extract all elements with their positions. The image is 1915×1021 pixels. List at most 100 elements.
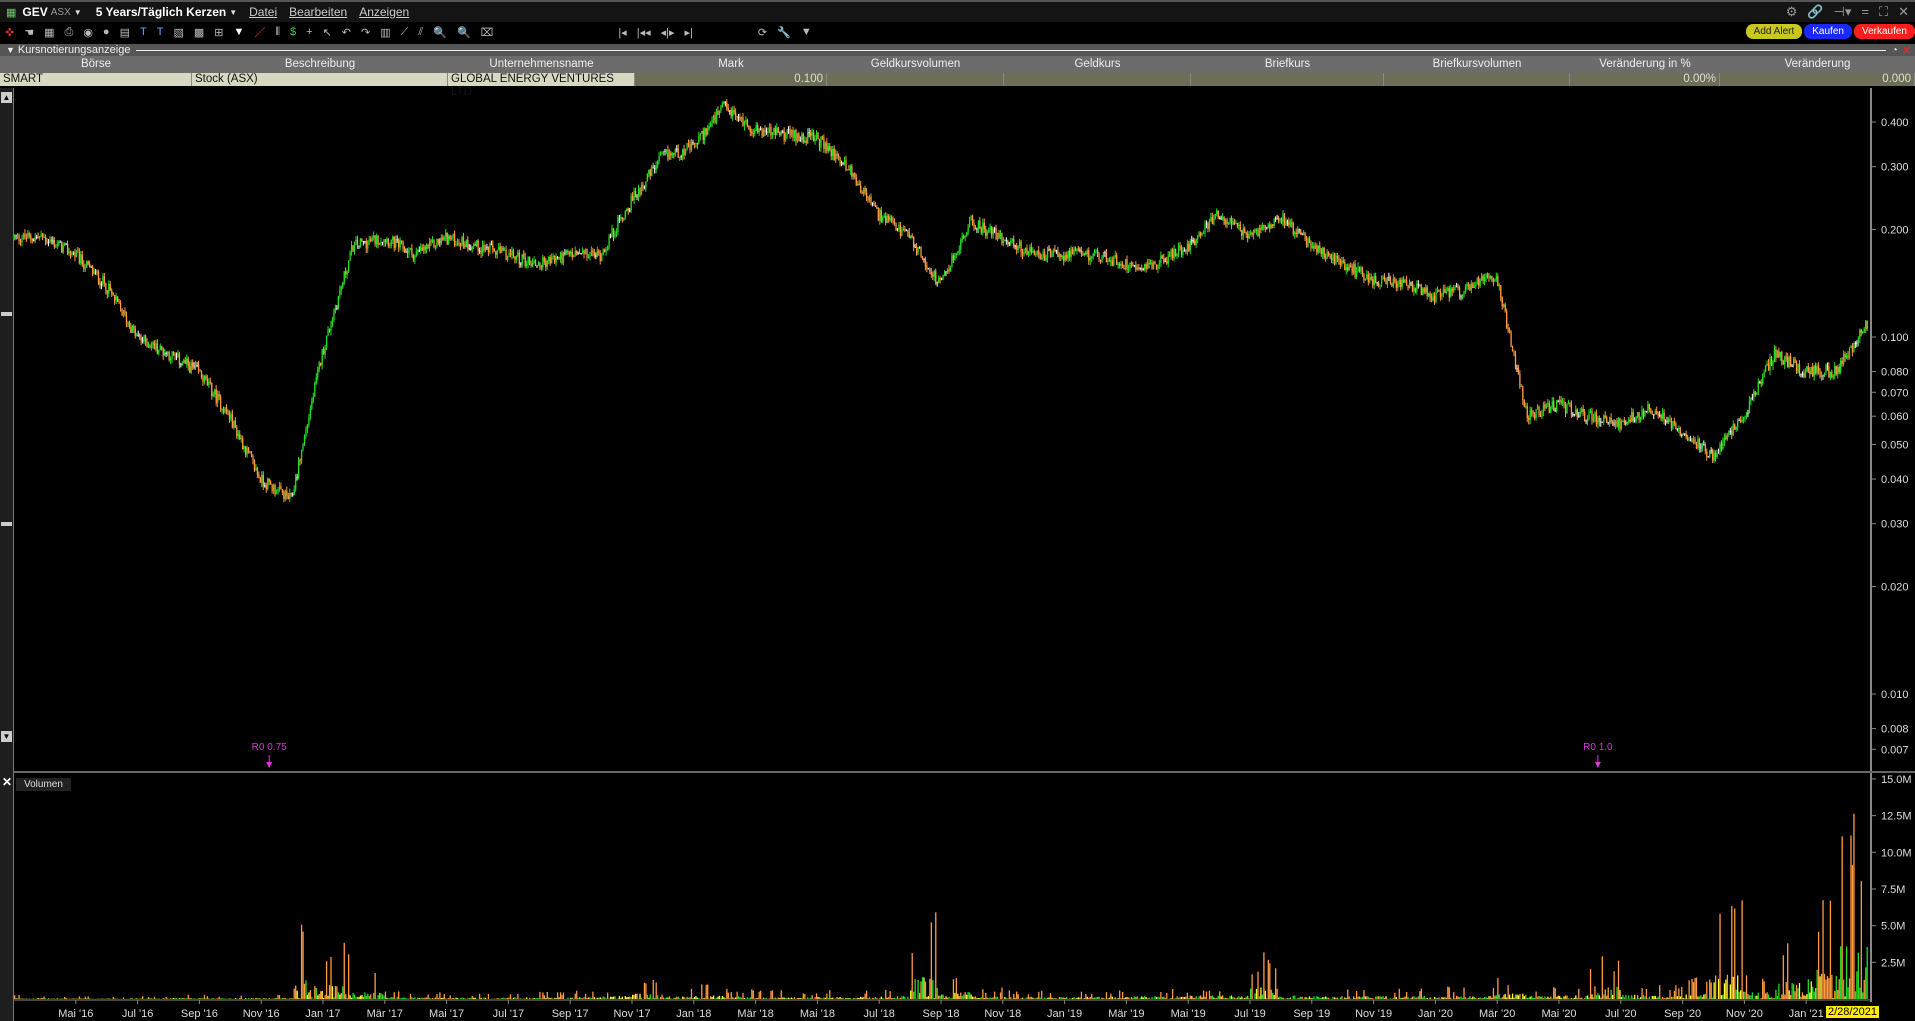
scroll-right-icon[interactable]: ▸| [685,26,693,39]
grid-icon[interactable]: ▦ [44,26,54,39]
scroll-handle-bottom[interactable] [1,522,12,526]
filter-icon[interactable]: ▼ [233,26,244,38]
circle-icon[interactable]: ● [103,26,110,38]
text-icon[interactable]: T [140,26,147,38]
redo-icon[interactable]: ↷ [361,26,370,39]
indicator-icon[interactable]: ▥ [380,26,390,39]
menu-anzeigen[interactable]: Anzeigen [359,5,409,19]
period-dropdown-icon[interactable]: ▼ [229,8,237,17]
template-icon[interactable]: ▤ [120,26,130,39]
quad-layout-icon[interactable]: ⊞ [214,26,223,39]
draw-line-icon[interactable]: ／ [254,24,265,40]
volume-bar [1794,991,1796,999]
scroll-up-icon[interactable]: ▲ [1,92,12,103]
scroll-compress-icon[interactable]: |◂◂ [637,26,651,39]
refresh-icon[interactable]: ⟳ [758,26,767,39]
candle [1675,423,1677,430]
candle [1525,406,1527,408]
more-dropdown-icon[interactable]: ▼ [801,26,812,38]
crosshair-icon[interactable]: ✜ [5,26,14,39]
candle [1063,256,1065,261]
add-alert-button[interactable]: Add Alert [1745,24,1803,39]
sell-button[interactable]: Verkaufen [1853,24,1915,39]
zoom-in-icon[interactable]: 🔍 [433,26,447,39]
candle [1523,400,1525,408]
volume-bar [65,998,67,999]
vertical-scrollbar[interactable]: ▲ ▼ ✕ [0,88,14,1021]
candle [175,356,178,358]
image-icon[interactable]: ▧ [173,26,183,39]
candle [1529,410,1531,420]
collapse-icon[interactable]: ▼ [6,45,15,55]
print-icon[interactable]: ⎙ [65,26,74,39]
text2-icon[interactable]: T [157,26,164,38]
scroll-expand-icon[interactable]: ◂|▸ [661,26,675,39]
link-icon[interactable]: 🔗 [1807,4,1823,20]
candle [1526,406,1528,419]
volume-bar [349,995,351,999]
undo-icon[interactable]: ↶ [342,26,351,39]
pin-icon[interactable]: ⊣▾ [1834,4,1852,20]
column-header[interactable]: Geldkursvolumen [827,56,1004,73]
volume-bar [577,998,579,999]
symbol-dropdown-icon[interactable]: ▼ [74,8,82,17]
volume-bar [540,998,543,999]
detach-icon[interactable]: ◔ [1892,45,1898,56]
fit-icon[interactable]: ⌧ [481,26,494,39]
candle [137,334,139,336]
column-header[interactable]: Veränderung in % [1570,56,1720,73]
volume-close-icon[interactable]: ✕ [2,775,12,789]
pointer-icon[interactable]: ↖ [323,26,332,39]
price-volume-chart[interactable]: 0.4000.3000.2000.1000.0800.0700.0600.050… [0,0,1915,1021]
bars-icon[interactable]: ⫴ [275,26,280,39]
candle [512,250,515,257]
candle [1123,267,1125,269]
trendline-icon[interactable]: ⟋ [401,26,409,39]
volume-bar [868,996,871,999]
minimize-icon[interactable]: = [1861,4,1869,20]
scroll-handle-top[interactable] [1,312,12,316]
close-icon[interactable]: ✕ [1898,4,1909,20]
column-header[interactable]: Beschreibung [192,56,448,73]
wrench-icon[interactable]: 🔧 [777,26,791,39]
layout-icon[interactable]: ▩ [194,26,204,39]
volume-bar [1691,978,1693,999]
candle [477,240,479,251]
column-header[interactable]: Briefkursvolumen [1384,56,1570,73]
channel-icon[interactable]: ⫽ [418,26,423,39]
crosshair-plus-icon[interactable]: + [306,26,312,38]
column-header[interactable]: Mark [635,56,827,73]
candle [47,242,50,244]
dollar-icon[interactable]: $ [290,26,296,38]
period-selector[interactable]: 5 Years/Täglich Kerzen [96,5,227,19]
column-header[interactable]: Veränderung [1720,56,1915,73]
column-header[interactable]: Geldkurs [1004,56,1191,73]
volume-bar [459,998,462,999]
candle [1189,240,1191,251]
quote-cell [1004,73,1191,86]
panel-close-icon[interactable]: ✕ [1902,44,1911,57]
quote-table-row[interactable]: SMART Stock (ASX) GLOBAL ENERGY VENTURES L… [0,73,1915,98]
volume-bar [1311,997,1314,999]
candle [408,249,410,254]
column-header[interactable]: Briefkurs [1191,56,1384,73]
buy-button[interactable]: Kaufen [1804,24,1852,39]
candle [1481,275,1483,281]
settings-icon[interactable]: ⚙ [1786,4,1798,20]
menu-bearbeiten[interactable]: Bearbeiten [289,5,347,19]
candle [1400,280,1402,287]
zoom-out-icon[interactable]: 🔍 [457,26,471,39]
column-header[interactable]: Unternehmensname [448,56,635,73]
maximize-icon[interactable]: ⛶ [1879,4,1888,20]
candle [1252,229,1255,236]
snapshot-icon[interactable]: ◉ [83,26,93,39]
candle [659,154,662,156]
hand-icon[interactable]: ☚ [24,26,34,39]
quote-panel-header[interactable]: ▼ Kursnotierungsanzeige ◔ ✕ [0,44,1915,57]
scroll-down-icon[interactable]: ▼ [1,731,12,742]
volume-bar [857,997,859,999]
symbol-selector[interactable]: GEV [22,5,47,19]
scroll-left-icon[interactable]: |◂ [618,26,626,39]
menu-datei[interactable]: Datei [249,5,277,19]
column-header[interactable]: Börse [0,56,192,73]
